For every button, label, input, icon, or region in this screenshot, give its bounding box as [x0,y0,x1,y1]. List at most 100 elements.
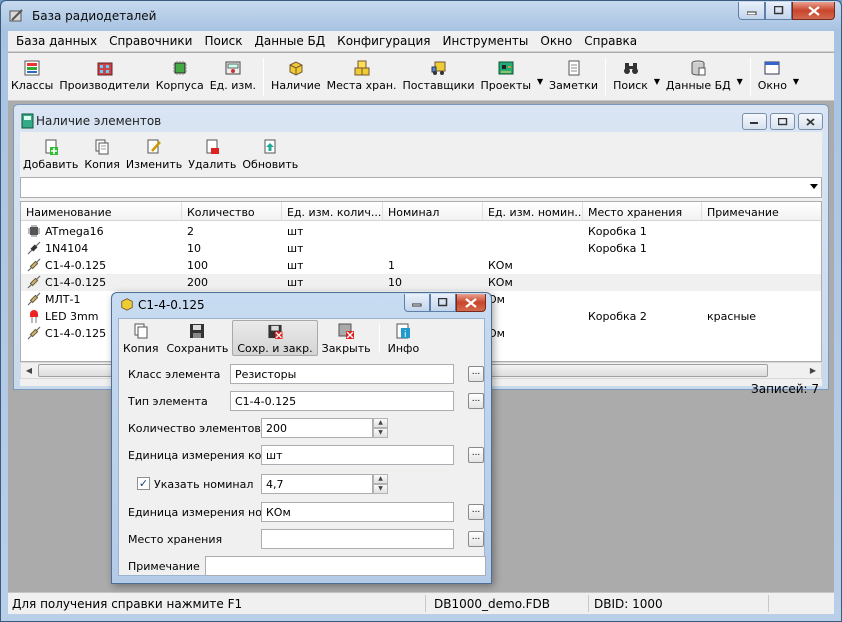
table-cell-unit: шт [287,276,304,289]
window-button[interactable]: Окно [755,53,790,99]
db-data-dropdown[interactable]: ▼ [734,53,746,99]
book-icon [21,113,34,129]
filter-combobox[interactable] [20,177,822,198]
spin-up-icon[interactable]: ▲ [373,418,388,428]
stock-button[interactable]: Наличие [268,53,324,99]
child-minimize-button[interactable] [742,113,767,130]
menu-database[interactable]: База данных [10,34,103,48]
column-header-unit[interactable]: Ед. изм. колич... [282,202,383,221]
nom-unit-browse-button[interactable]: ... [468,504,484,520]
menu-search[interactable]: Поиск [198,34,248,48]
toolbar-separator [263,58,265,96]
storage-field[interactable] [261,529,454,549]
storage-button[interactable]: Места хран. [324,53,400,99]
column-header-note[interactable]: Примечание [702,202,821,221]
scroll-left-icon[interactable]: ◀ [21,363,37,378]
storage-browse-button[interactable]: ... [468,531,484,547]
edit-button[interactable]: Изменить [123,132,185,178]
menu-bar: База данных Справочники Поиск Данные БД … [8,31,834,52]
window-dropdown[interactable]: ▼ [790,53,802,99]
db-data-button[interactable]: Данные БД [663,53,734,99]
scroll-right-icon[interactable]: ▶ [805,363,821,378]
add-button[interactable]: Добавить [20,132,81,178]
nominal-spinner[interactable]: ▲ ▼ [373,474,388,494]
spin-down-icon[interactable]: ▼ [373,484,388,494]
spin-down-icon[interactable]: ▼ [373,428,388,438]
count-field[interactable]: 200 [261,418,373,438]
classes-button[interactable]: Классы [8,53,56,99]
table-row[interactable]: С1-4-0.125 200 шт 10 КОм [21,274,821,291]
boxes-icon [354,60,370,76]
dialog-copy-button[interactable]: Копия [119,319,163,357]
units-button[interactable]: Ед. изм. [207,53,259,99]
projects-dropdown[interactable]: ▼ [534,53,546,99]
nominal-field[interactable]: 4,7 [261,474,373,494]
copy-button[interactable]: Копия [81,132,123,178]
table-row[interactable]: С1-4-0.125 100 шт 1 КОм [21,257,821,274]
resistor-icon [27,292,41,306]
menu-tools[interactable]: Инструменты [437,34,535,48]
main-toolbar: Классы Производители Корпуса Ед. изм. На… [8,53,834,101]
dialog-maximize-button[interactable] [430,294,456,312]
spin-up-icon[interactable]: ▲ [373,474,388,484]
column-header-storage[interactable]: Место хранения [583,202,702,221]
table-cell-name: С1-4-0.125 [45,327,107,340]
delete-button[interactable]: Удалить [185,132,239,178]
refresh-button[interactable]: Обновить [239,132,301,178]
count-spinner[interactable]: ▲ ▼ [373,418,388,438]
projects-button[interactable]: Проекты [478,53,535,99]
column-header-nominal[interactable]: Номинал [383,202,483,221]
table-row[interactable]: 1N4104 10 шт Коробка 1 [21,240,821,257]
type-field[interactable]: С1-4-0.125 [230,391,454,411]
close-button[interactable] [792,2,835,20]
table-row[interactable]: ATmega16 2 шт Коробка 1 [21,223,821,240]
dialog-close-button[interactable] [456,294,486,312]
nom-unit-field[interactable]: КОм [261,502,454,522]
edit-element-dialog: С1-4-0.125 Копия Сохранить Сохр. и закр. [111,292,492,584]
nominal-checkbox[interactable]: ✓ [137,477,150,490]
menu-db-data[interactable]: Данные БД [248,34,331,48]
menu-references[interactable]: Справочники [103,34,198,48]
class-browse-button[interactable]: ... [468,366,484,382]
table-cell-nominal: 1 [388,259,395,272]
column-header-name[interactable]: Наименование [21,202,182,221]
copy-icon [95,139,109,155]
main-window: База радиодеталей База данных Справочник… [0,0,842,622]
title-bar[interactable]: База радиодеталей [1,1,841,31]
save-button[interactable]: Сохранить [163,319,233,357]
dialog-minimize-button[interactable] [404,294,430,312]
diode-icon [27,241,41,255]
menu-configuration[interactable]: Конфигурация [331,34,436,48]
packages-button[interactable]: Корпуса [153,53,207,99]
child-close-button[interactable] [798,113,823,130]
unit-browse-button[interactable]: ... [468,447,484,463]
maximize-icon [438,298,448,307]
maximize-button[interactable] [765,2,792,20]
unit-field[interactable]: шт [261,445,454,465]
minimize-icon [746,11,756,15]
info-button[interactable]: i Инфо [384,319,424,357]
database-icon [691,60,706,76]
class-field[interactable]: Резисторы [230,364,454,384]
suppliers-button[interactable]: Поставщики [400,53,478,99]
child-maximize-button[interactable] [770,113,795,130]
notes-button[interactable]: Заметки [546,53,601,99]
column-header-qty[interactable]: Количество [182,202,282,221]
type-browse-button[interactable]: ... [468,393,484,409]
search-button[interactable]: Поиск [610,53,651,99]
table-cell-unit: шт [287,242,304,255]
menu-window[interactable]: Окно [534,34,578,48]
note-field[interactable] [205,556,486,576]
column-header-nom-unit[interactable]: Ед. изм. номин... [483,202,583,221]
dialog-close-action-button[interactable]: Закрыть [318,319,375,357]
save-close-button[interactable]: Сохр. и закр. [232,320,318,356]
note-row: Примечание [123,556,486,576]
info-icon: i [396,323,411,339]
search-dropdown[interactable]: ▼ [651,53,663,99]
manufacturers-button[interactable]: Производители [56,53,152,99]
dropdown-arrow-icon[interactable] [810,184,818,189]
status-divider [768,595,769,612]
minimize-button[interactable] [738,2,765,20]
menu-help[interactable]: Справка [578,34,643,48]
dialog-title: С1-4-0.125 [138,298,205,312]
